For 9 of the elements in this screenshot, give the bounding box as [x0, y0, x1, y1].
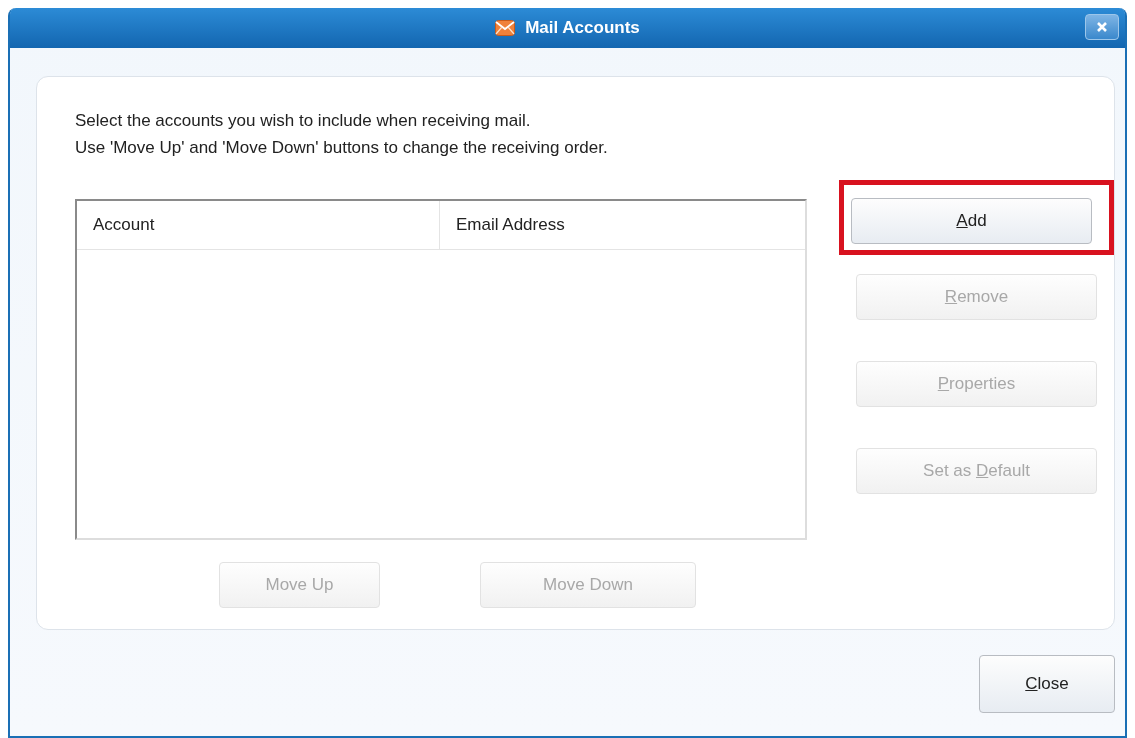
instruction-text: Select the accounts you wish to include when receiving mail. [75, 110, 532, 132]
action-button[interactable]: Add [851, 198, 1092, 244]
window-title: Mail Accounts [525, 18, 640, 38]
column-header[interactable]: Email Address [440, 201, 805, 249]
column-header[interactable]: Account [77, 201, 440, 249]
close-icon[interactable] [1085, 14, 1119, 40]
envelope-icon [495, 20, 516, 36]
close-button[interactable]: Close [979, 655, 1115, 713]
instruction-text: Use 'Move Up' and 'Move Down' buttons to change the receiving order. [75, 137, 609, 159]
